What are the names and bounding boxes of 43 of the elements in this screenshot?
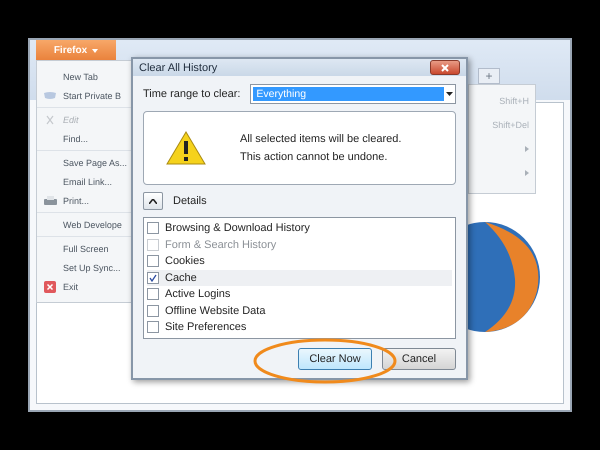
submenu-arrow-icon [525,146,529,152]
menu-item[interactable]: Print... [37,191,131,210]
menu-item[interactable]: Email Link... [37,172,131,191]
history-item[interactable]: Active Logins [147,286,452,302]
menu-item[interactable]: Web Develope [37,215,131,234]
shortcut-text: Shift+H [499,96,529,106]
warning-icon [166,131,206,165]
history-item[interactable]: Cookies [147,253,452,270]
checkbox[interactable] [147,255,159,268]
history-item[interactable]: Cache [147,270,452,286]
menu-item[interactable]: Full Screen [37,239,131,258]
time-range-label: Time range to clear: [143,88,240,100]
shortcut-text: Shift+Del [492,120,529,130]
dialog-title: Clear All History [139,62,218,74]
checkbox[interactable] [147,288,159,300]
exit-icon [44,280,56,292]
menu-item[interactable]: Exit [37,277,131,296]
history-item[interactable]: Browsing & Download History [147,220,452,236]
submenu-arrow-icon [525,170,529,176]
menu-item[interactable]: Save Page As... [37,153,131,172]
details-label: Details [173,195,207,207]
details-toggle[interactable] [143,192,163,210]
close-icon [441,64,449,72]
new-tab-button[interactable]: + [478,68,500,84]
history-item[interactable]: Offline Website Data [147,302,452,319]
close-button[interactable] [430,60,460,75]
dialog-button[interactable]: Clear Now [298,348,372,370]
warning-text: This action cannot be undone. [240,151,388,163]
checkbox[interactable] [147,272,159,284]
menu-item[interactable]: Set Up Sync... [37,258,131,277]
checkbox[interactable] [147,321,159,334]
history-item[interactable]: Site Preferences [147,319,452,336]
warning-text: All selected items will be cleared. [240,133,402,145]
printer-icon [44,196,56,206]
menu-item[interactable]: Start Private B [37,86,131,105]
chevron-icon [149,198,157,204]
menu-item[interactable]: Find... [37,129,131,148]
menu-item[interactable]: New Tab [37,67,131,86]
checkbox[interactable] [147,222,159,234]
dialog-button[interactable]: Cancel [382,348,456,370]
checkbox[interactable] [147,304,159,317]
caret-icon [446,92,453,96]
caret-icon [92,48,98,52]
